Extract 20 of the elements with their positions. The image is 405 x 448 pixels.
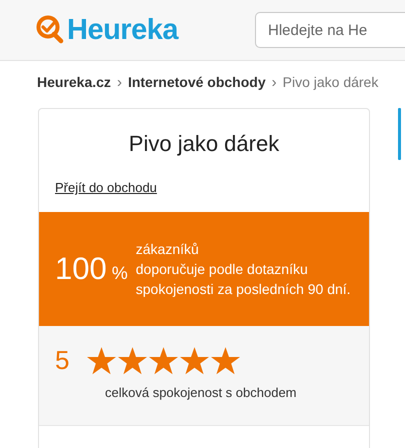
rating-score: 5 bbox=[55, 345, 70, 376]
breadcrumb-link[interactable]: Pivo jako dárek bbox=[282, 74, 378, 90]
star-icon bbox=[87, 346, 116, 374]
accent-bar bbox=[398, 108, 401, 160]
chevron-icon: › bbox=[272, 74, 277, 90]
breadcrumb-link[interactable]: Heureka.cz bbox=[37, 74, 111, 90]
chevron-icon: › bbox=[116, 74, 122, 90]
star-icon bbox=[149, 346, 178, 374]
shop-name: Pivo jako dárek bbox=[128, 130, 280, 157]
recommendation-text: zákazníků doporučuje podle dotazníku spokojenosti za posledních 90 dní. bbox=[136, 240, 352, 299]
search-field[interactable]: Hledejte na He bbox=[255, 12, 405, 48]
percent-sign: % bbox=[112, 262, 128, 284]
shop-link[interactable]: Přejít do obchodu bbox=[55, 180, 157, 195]
star-icon bbox=[180, 346, 210, 374]
rating-label: celková spokojenost s obchodem bbox=[105, 385, 298, 400]
star-icon bbox=[118, 346, 148, 374]
recommendation-value: 100 bbox=[55, 251, 107, 287]
magnifier-check-icon bbox=[36, 15, 64, 45]
star-icon bbox=[211, 346, 240, 374]
breadcrumb-link[interactable]: Internetové obchody bbox=[128, 74, 266, 90]
